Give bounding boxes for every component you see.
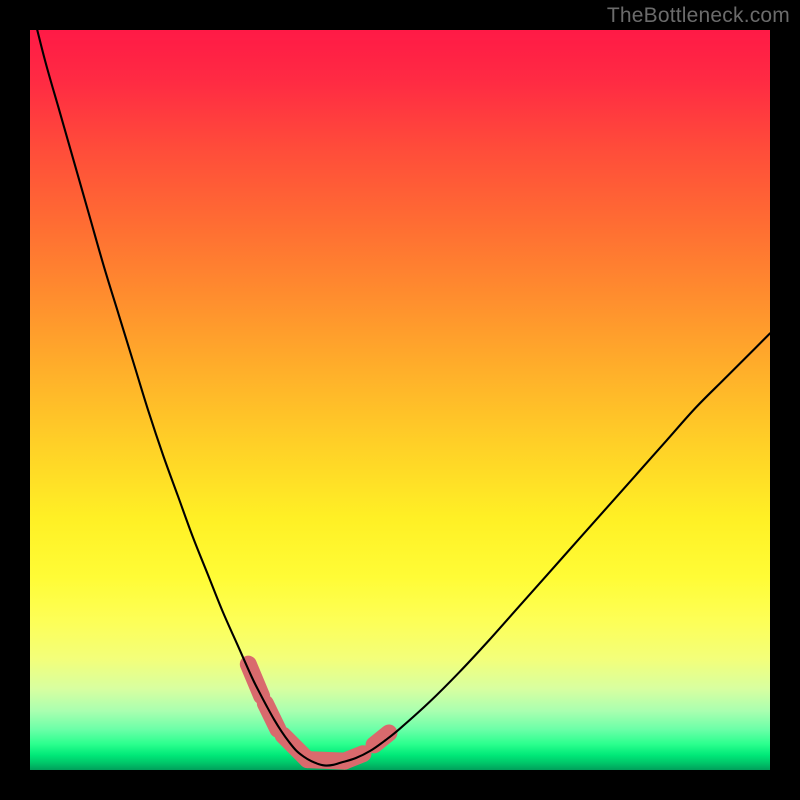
watermark-text: TheBottleneck.com [607, 4, 790, 28]
curve-layer [30, 30, 770, 770]
chart-frame: TheBottleneck.com [0, 0, 800, 800]
bottleneck-curve [30, 0, 770, 765]
